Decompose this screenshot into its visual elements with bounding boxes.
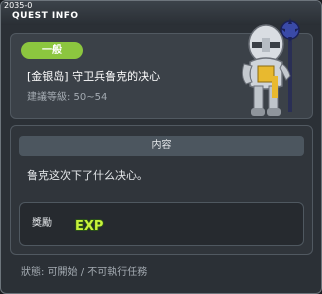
quest-content-panel: 内容 鲁克这次下了什么决心。 獎勵 EXP	[10, 125, 313, 255]
quest-info-window: 2035-0 QUEST INFO 一般 [金银岛] 守卫兵鲁克的决心 建議等級…	[0, 0, 322, 294]
exp-icon: EXP	[74, 218, 104, 233]
guard-knight-icon	[241, 18, 300, 116]
exp-icon-text: EXP	[75, 219, 103, 233]
window-title: QUEST INFO	[12, 11, 79, 21]
content-header: 内容	[19, 136, 304, 156]
reward-label: 獎勵	[32, 218, 52, 229]
quest-id: 2035-0	[4, 1, 33, 10]
quest-name: [金银岛] 守卫兵鲁克的决心	[27, 70, 161, 83]
category-badge: 一般	[21, 42, 83, 59]
quest-status: 狀態: 可開始 / 不可執行任務	[21, 267, 148, 278]
quest-summary-panel: 一般 [金银岛] 守卫兵鲁克的决心 建議等級: 50~54	[10, 18, 313, 119]
reward-box: 獎勵 EXP	[19, 202, 304, 246]
content-text: 鲁克这次下了什么决心。	[27, 169, 148, 182]
recommended-level: 建議等級: 50~54	[27, 92, 108, 103]
